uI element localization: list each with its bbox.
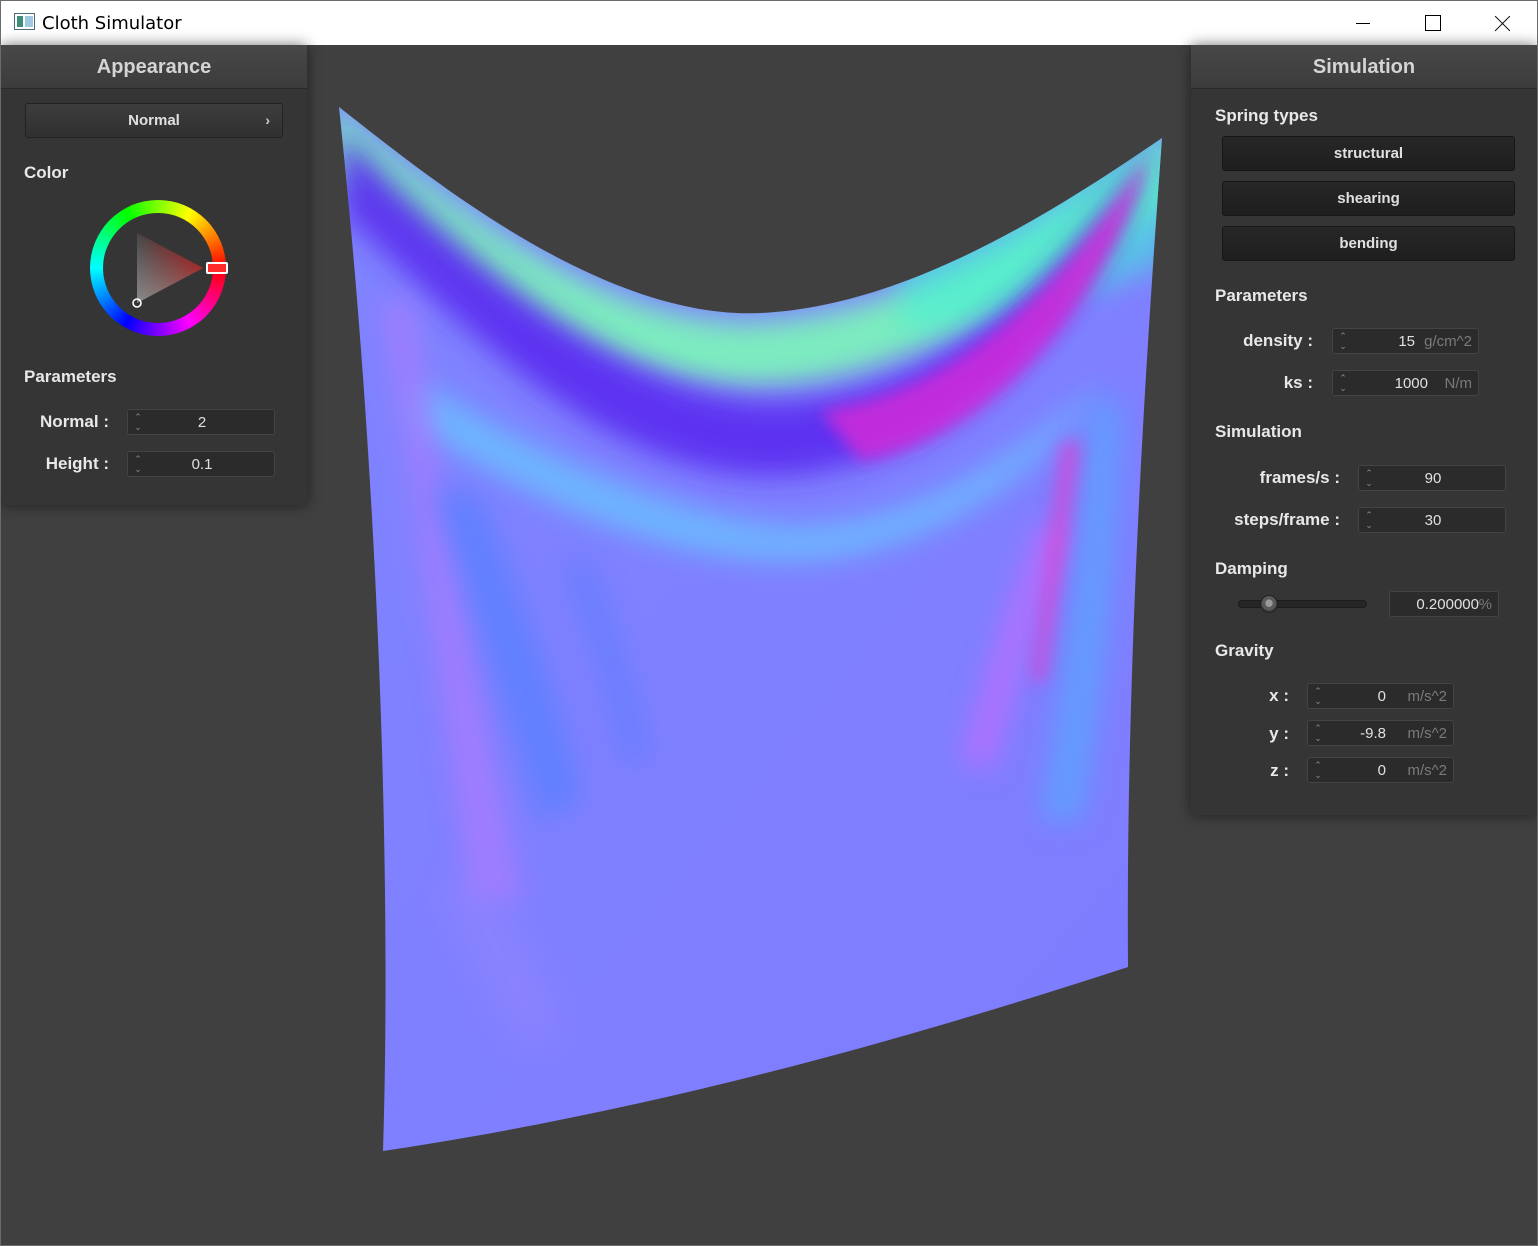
- spring-bending-button[interactable]: bending: [1222, 226, 1515, 261]
- simulation-header[interactable]: Simulation: [1191, 45, 1537, 89]
- spring-types-label: Spring types: [1215, 106, 1318, 125]
- density-value: 15: [1398, 333, 1415, 350]
- minimize-button[interactable]: [1327, 1, 1397, 45]
- density-label: density :: [1243, 331, 1313, 350]
- window-title: Cloth Simulator: [42, 13, 182, 34]
- gravity-y-value: -9.8: [1360, 725, 1386, 742]
- density-input[interactable]: ⌃ ⌄ 15 g/cm^2: [1332, 328, 1479, 354]
- gravity-z-label: z :: [1270, 761, 1289, 780]
- shader-select-button[interactable]: Normal ›: [25, 103, 283, 138]
- fps-input[interactable]: ⌃ ⌄ 90: [1358, 465, 1506, 491]
- steps-value: 30: [1424, 512, 1442, 529]
- height-input[interactable]: ⌃ ⌄ 0.1: [127, 451, 275, 477]
- simulation-section-label: Simulation: [1215, 422, 1302, 441]
- color-section-label: Color: [24, 163, 69, 182]
- ks-value: 1000: [1394, 375, 1428, 392]
- height-value: 0.1: [191, 456, 213, 473]
- gravity-x-unit: m/s^2: [1407, 688, 1447, 705]
- normal-label: Normal :: [40, 412, 109, 431]
- shader-select-label: Normal: [128, 112, 180, 129]
- normal-input[interactable]: ⌃ ⌄ 2: [127, 409, 275, 435]
- title-bar: Cloth Simulator: [1, 1, 1537, 45]
- steps-label: steps/frame :: [1234, 510, 1340, 529]
- spring-structural-button[interactable]: structural: [1222, 136, 1515, 171]
- ks-label: ks :: [1283, 373, 1313, 392]
- ks-unit: N/m: [1444, 375, 1473, 392]
- gravity-y-label: y :: [1269, 724, 1289, 743]
- steps-input[interactable]: ⌃ ⌄ 30: [1358, 507, 1506, 533]
- damping-slider[interactable]: [1238, 600, 1367, 608]
- damping-input[interactable]: 0.200000 %: [1389, 591, 1499, 617]
- fps-value: 90: [1424, 470, 1442, 487]
- gravity-label: Gravity: [1215, 641, 1274, 660]
- spin-arrows-icon[interactable]: ⌃ ⌄: [1313, 760, 1323, 780]
- damping-unit: %: [1478, 596, 1492, 613]
- damping-slider-handle[interactable]: [1259, 595, 1278, 613]
- maximize-button[interactable]: [1397, 1, 1467, 45]
- app-window: Cloth Simulator Appearance Normal › Colo…: [0, 0, 1538, 1246]
- spin-arrows-icon[interactable]: ⌃ ⌄: [1338, 331, 1348, 351]
- damping-value: 0.200000: [1416, 596, 1479, 613]
- gravity-y-input[interactable]: ⌃ ⌄ -9.8 m/s^2: [1307, 720, 1454, 746]
- spin-arrows-icon[interactable]: ⌃ ⌄: [1338, 373, 1348, 393]
- ks-input[interactable]: ⌃ ⌄ 1000 N/m: [1332, 370, 1479, 396]
- gravity-z-unit: m/s^2: [1407, 762, 1447, 779]
- appearance-header[interactable]: Appearance: [1, 45, 307, 89]
- hue-marker[interactable]: [206, 262, 228, 274]
- normal-value: 2: [197, 414, 207, 431]
- close-button[interactable]: [1467, 1, 1537, 45]
- gravity-x-label: x :: [1269, 686, 1289, 705]
- chevron-right-icon: ›: [265, 112, 270, 128]
- spin-arrows-icon[interactable]: ⌃ ⌄: [1313, 723, 1323, 743]
- density-unit: g/cm^2: [1424, 333, 1472, 350]
- gravity-x-value: 0: [1377, 688, 1386, 705]
- gravity-x-input[interactable]: ⌃ ⌄ 0 m/s^2: [1307, 683, 1454, 709]
- gravity-z-value: 0: [1377, 762, 1386, 779]
- fps-label: frames/s :: [1259, 468, 1340, 487]
- gravity-y-unit: m/s^2: [1407, 725, 1447, 742]
- height-label: Height :: [45, 454, 109, 473]
- gravity-z-input[interactable]: ⌃ ⌄ 0 m/s^2: [1307, 757, 1454, 783]
- spring-shearing-button[interactable]: shearing: [1222, 181, 1515, 216]
- sim-params-label: Parameters: [1215, 286, 1308, 305]
- appearance-params-label: Parameters: [24, 367, 117, 386]
- spin-arrows-icon[interactable]: ⌃ ⌄: [1313, 686, 1323, 706]
- damping-label: Damping: [1215, 559, 1288, 578]
- app-icon: [14, 13, 35, 30]
